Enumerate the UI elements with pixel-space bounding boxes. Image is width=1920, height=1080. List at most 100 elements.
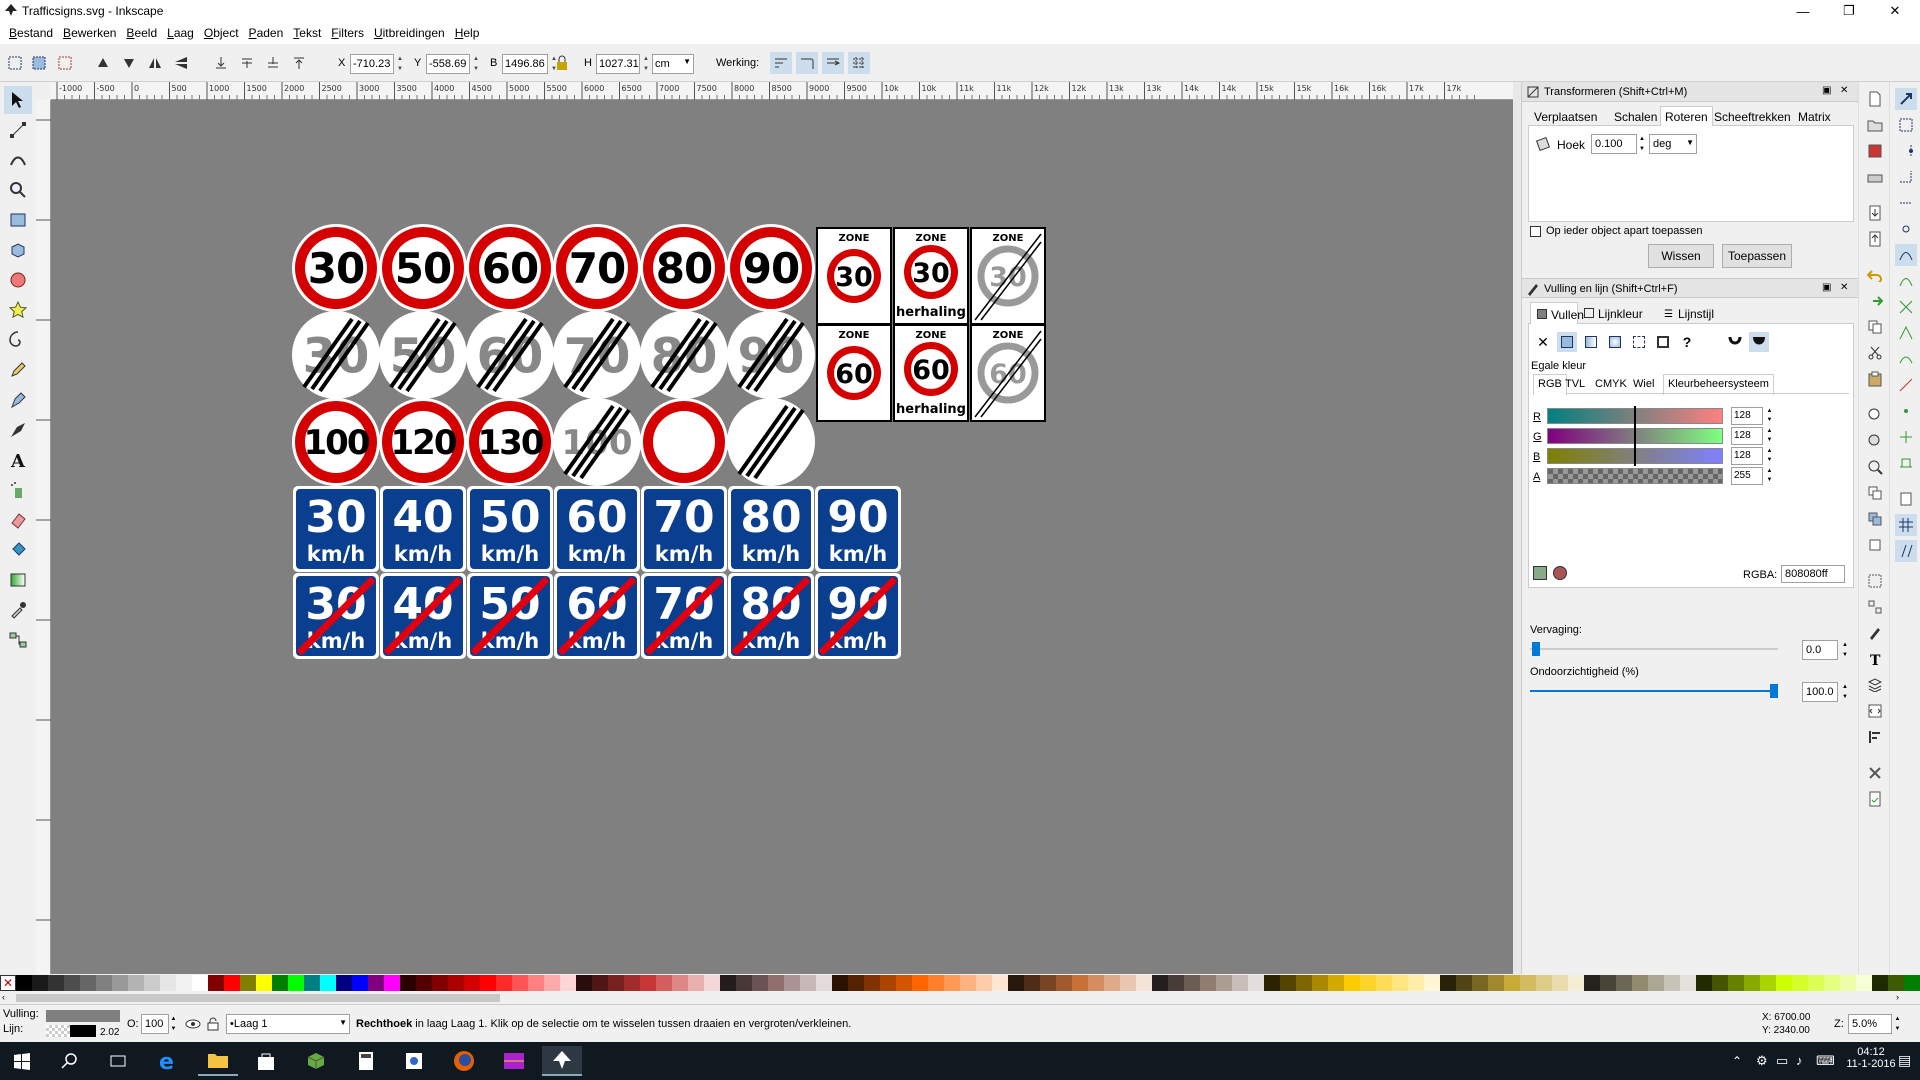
select-all-icon[interactable] <box>4 52 26 74</box>
palette-swatch[interactable] <box>1872 975 1888 991</box>
menu-bewerken[interactable]: Bewerken <box>63 26 116 40</box>
palette-swatch[interactable] <box>544 975 560 991</box>
palette-swatch[interactable] <box>16 975 32 991</box>
media-app-icon[interactable] <box>494 1046 534 1076</box>
menu-paden[interactable]: Paden <box>249 26 284 40</box>
palette-swatch[interactable] <box>272 975 288 991</box>
snap-page-icon[interactable] <box>1895 488 1917 510</box>
ellipse-tool-icon[interactable] <box>4 266 32 294</box>
snap-text-baseline-icon[interactable] <box>1895 452 1917 474</box>
raise-to-top-icon[interactable] <box>288 52 310 74</box>
layer-visibility-icon[interactable] <box>184 1015 202 1033</box>
palette-swatch[interactable] <box>1456 975 1472 991</box>
palette-swatch[interactable] <box>1072 975 1088 991</box>
palette-swatch[interactable] <box>960 975 976 991</box>
snap-bbox-corner-icon[interactable] <box>1895 166 1917 188</box>
palette-swatch[interactable] <box>1728 975 1744 991</box>
unlink-clone-icon[interactable] <box>1864 534 1886 556</box>
lower-icon[interactable] <box>236 52 258 74</box>
ruler-horizontal[interactable]: -1000 -500 0 500 1000 1500 2000 2500 3000 3500 400… <box>51 82 1513 100</box>
palette-swatch[interactable] <box>1024 975 1040 991</box>
palette-swatch[interactable] <box>576 975 592 991</box>
scroll-right-icon[interactable]: › <box>1896 992 1899 1002</box>
palette-swatch[interactable] <box>1808 975 1824 991</box>
ungroup-icon[interactable] <box>1864 596 1886 618</box>
snap-bbox-icon[interactable] <box>1895 114 1917 136</box>
palette-swatch[interactable] <box>1552 975 1568 991</box>
flip-vertical-icon[interactable] <box>170 52 192 74</box>
text-tool-icon[interactable]: A <box>4 446 32 474</box>
tab-fill[interactable]: Vullen <box>1530 302 1584 325</box>
palette-swatch[interactable] <box>1120 975 1136 991</box>
snap-cusp-icon[interactable] <box>1895 322 1917 344</box>
palette-swatch[interactable] <box>512 975 528 991</box>
connector-tool-icon[interactable] <box>4 626 32 654</box>
snap-smooth-icon[interactable] <box>1895 348 1917 370</box>
palette-swatch[interactable] <box>304 975 320 991</box>
palette-swatch[interactable] <box>96 975 112 991</box>
clone-icon[interactable] <box>1864 508 1886 530</box>
menu-beeld[interactable]: Beeld <box>126 26 157 40</box>
palette-swatch[interactable] <box>1104 975 1120 991</box>
palette-swatch[interactable] <box>352 975 368 991</box>
document-properties-icon[interactable] <box>1864 788 1886 810</box>
y-spinner[interactable]: ▲ ▼ <box>471 54 481 74</box>
move-gradients-icon[interactable] <box>822 52 844 74</box>
palette-swatch[interactable] <box>560 975 576 991</box>
channel-spinner[interactable]: ▲ ▼ <box>1765 467 1774 485</box>
menu-object[interactable]: Object <box>204 26 239 40</box>
align-dialog-icon[interactable] <box>1864 726 1886 748</box>
palette-swatch[interactable] <box>624 975 640 991</box>
tray-display-icon[interactable]: ▭ <box>1776 1053 1788 1069</box>
blur-spinner[interactable]: ▲ ▼ <box>1840 640 1850 660</box>
channel-slider-marker[interactable] <box>1634 426 1636 446</box>
palette-swatch[interactable] <box>592 975 608 991</box>
unit-select[interactable]: cm ▼ <box>652 54 694 74</box>
palette-swatch[interactable] <box>864 975 880 991</box>
angle-spinner[interactable]: ▲ ▼ <box>1637 134 1647 154</box>
fill-stroke-dialog-icon[interactable] <box>1864 622 1886 644</box>
palette-swatch[interactable] <box>1008 975 1024 991</box>
layer-select[interactable]: •Laag 1 ▼ <box>226 1014 350 1034</box>
tab-color-management[interactable]: Kleurbeheersysteem <box>1663 374 1774 395</box>
spray-tool-icon[interactable] <box>4 476 32 504</box>
palette-swatch[interactable] <box>976 975 992 991</box>
dropper-tool-icon[interactable] <box>4 596 32 624</box>
zoom-field[interactable]: 5.0% <box>1848 1014 1892 1034</box>
height-spinner[interactable]: ▲ ▼ <box>641 54 651 74</box>
palette-swatch[interactable] <box>1616 975 1632 991</box>
rectangle-tool-icon[interactable] <box>4 206 32 234</box>
vertical-scrollbar[interactable] <box>1513 82 1521 974</box>
palette-swatch[interactable] <box>1488 975 1504 991</box>
palette-swatch[interactable] <box>1680 975 1696 991</box>
palette-swatch[interactable] <box>1584 975 1600 991</box>
edge-icon[interactable]: e <box>148 1046 188 1076</box>
flat-color-icon[interactable] <box>1557 332 1577 352</box>
palette-swatch[interactable] <box>1520 975 1536 991</box>
file-explorer-icon[interactable] <box>198 1046 238 1076</box>
save-icon[interactable] <box>1864 140 1886 162</box>
horizontal-scrollbar-thumb[interactable] <box>16 994 500 1002</box>
palette-swatch[interactable] <box>1776 975 1792 991</box>
channel-field[interactable]: 128 <box>1731 407 1763 425</box>
palette-swatch[interactable] <box>656 975 672 991</box>
snap-grid-icon[interactable] <box>1895 514 1917 536</box>
no-paint-icon[interactable]: ✕ <box>1533 332 1553 352</box>
palette-swatch[interactable] <box>896 975 912 991</box>
fill-rule-nonzero-icon[interactable] <box>1749 332 1769 352</box>
paint-bucket-tool-icon[interactable] <box>4 536 32 564</box>
palette-swatch[interactable] <box>640 975 656 991</box>
palette-swatch[interactable] <box>64 975 80 991</box>
rotate-ccw-icon[interactable] <box>92 52 114 74</box>
cut-icon[interactable] <box>1864 342 1886 364</box>
tab-cmyk[interactable]: CMYK <box>1595 378 1627 390</box>
xml-editor-icon[interactable] <box>1864 700 1886 722</box>
palette-swatch[interactable] <box>832 975 848 991</box>
apply-each-checkbox[interactable] <box>1530 226 1541 237</box>
blur-field[interactable]: 0.0 <box>1802 640 1838 660</box>
palette-swatch[interactable] <box>1760 975 1776 991</box>
apply-button[interactable]: Toepassen <box>1722 244 1792 268</box>
group-icon[interactable] <box>1864 570 1886 592</box>
undo-icon[interactable] <box>1864 264 1886 286</box>
3d-box-tool-icon[interactable] <box>4 236 32 264</box>
